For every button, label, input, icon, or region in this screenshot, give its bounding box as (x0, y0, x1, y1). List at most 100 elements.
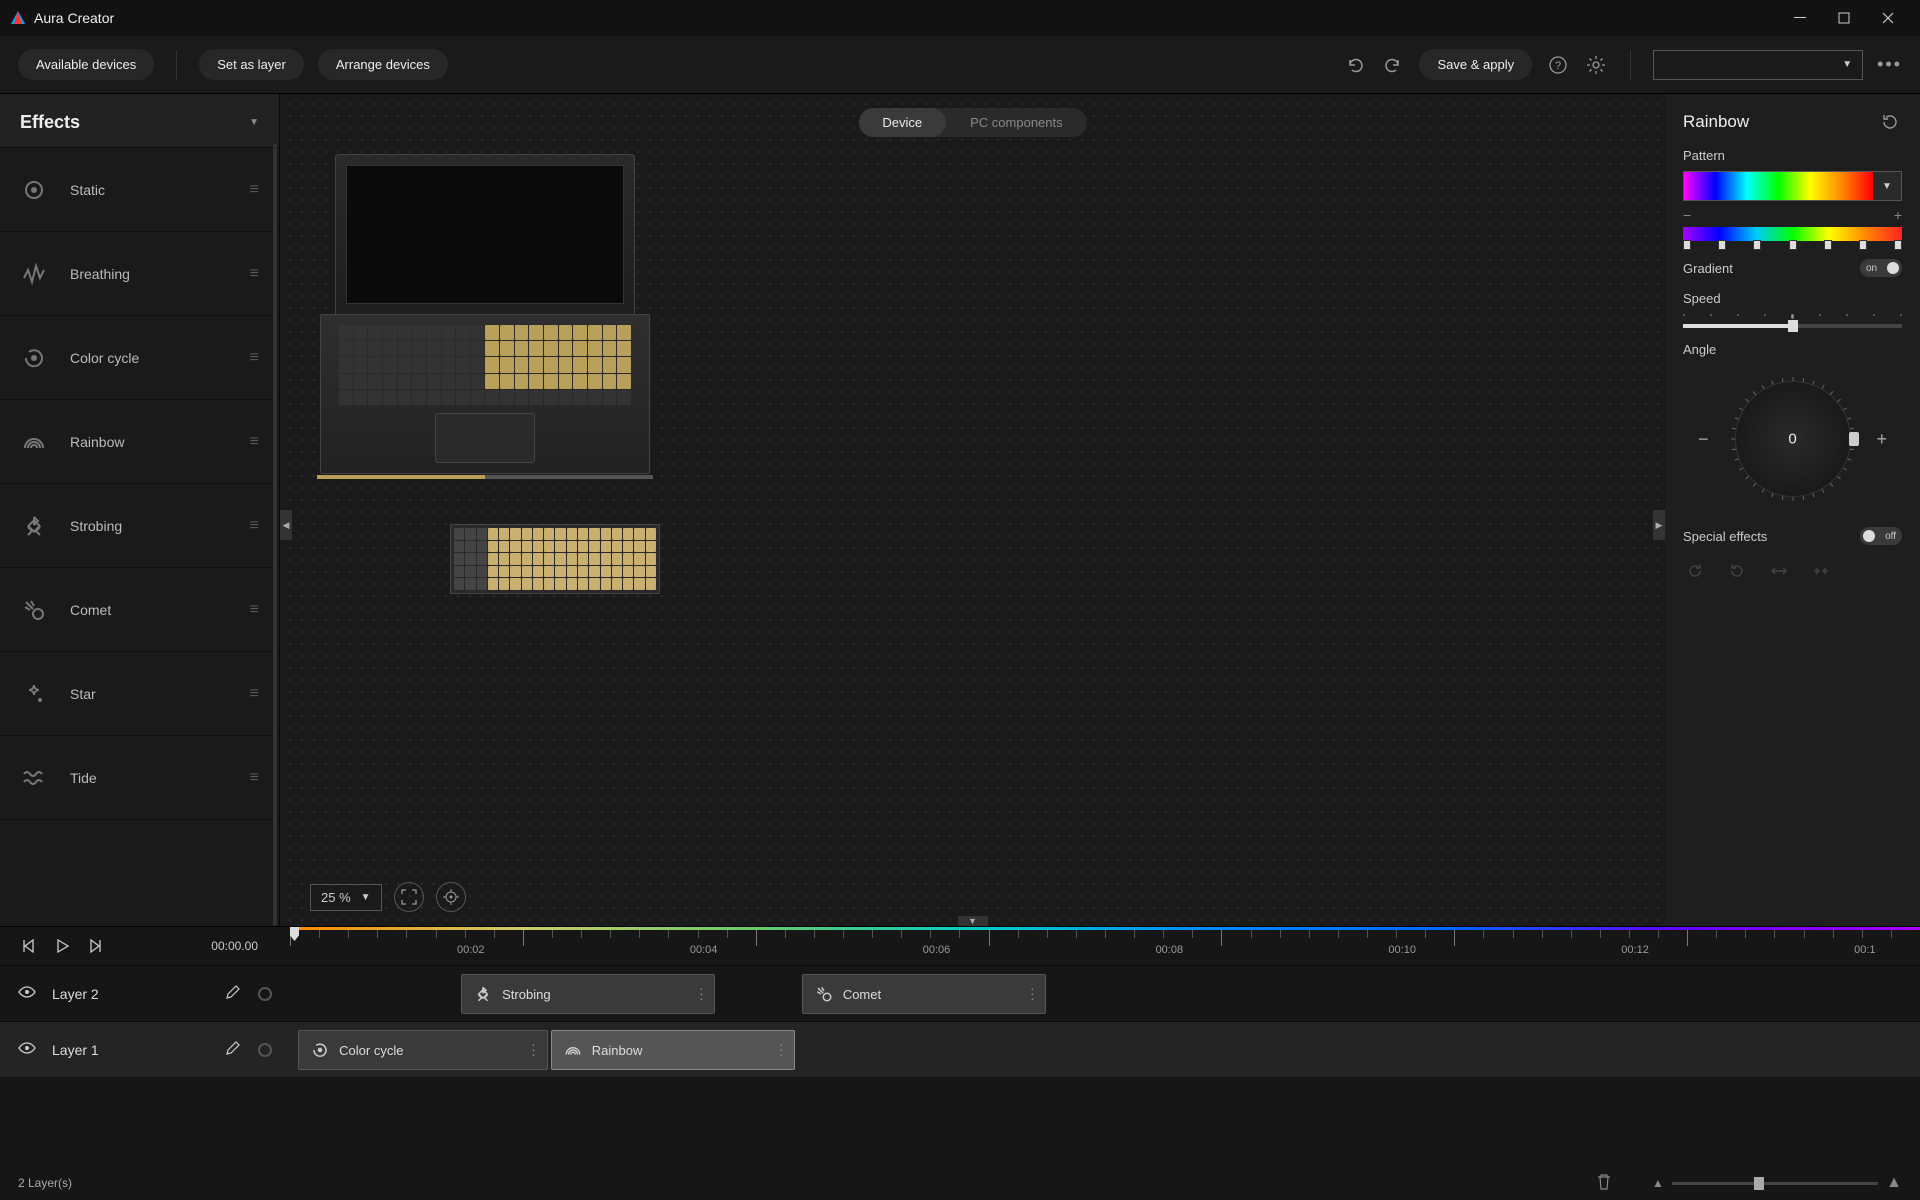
effect-item-star[interactable]: Star ≡ (0, 652, 279, 736)
reset-icon[interactable] (1878, 110, 1902, 134)
effects-header[interactable]: Effects ▼ (0, 94, 279, 148)
record-icon[interactable] (258, 1043, 272, 1057)
skip-end-icon[interactable] (86, 936, 106, 956)
record-icon[interactable] (258, 987, 272, 1001)
skip-start-icon[interactable] (18, 936, 38, 956)
timeline-zoom-slider[interactable]: ▲ ▲ (1652, 1174, 1902, 1192)
redo-icon[interactable] (1381, 53, 1405, 77)
window-maximize-button[interactable] (1822, 0, 1866, 36)
angle-dial[interactable]: 0 (1723, 369, 1863, 509)
effects-sidebar: Effects ▼ Static ≡ Breathing ≡ Color cyc… (0, 94, 280, 926)
drag-handle-icon[interactable]: ≡ (250, 769, 259, 787)
effect-item-color-cycle[interactable]: Color cycle ≡ (0, 316, 279, 400)
collapse-horizontal-icon[interactable] (1809, 559, 1833, 583)
effect-label: Breathing (70, 266, 228, 282)
collapse-bottom-icon[interactable]: ▼ (958, 916, 988, 926)
effect-item-static[interactable]: Static ≡ (0, 148, 279, 232)
strobing-icon (20, 512, 48, 540)
rotate-ccw-icon[interactable] (1725, 559, 1749, 583)
add-stop-button[interactable]: + (1894, 207, 1902, 223)
gradient-toggle[interactable]: on (1860, 259, 1902, 277)
device-keyboard[interactable] (450, 524, 660, 594)
rotate-cw-icon[interactable] (1683, 559, 1707, 583)
visibility-icon[interactable] (18, 983, 36, 1004)
angle-decrease-button[interactable]: − (1698, 429, 1709, 450)
clip-grip-icon[interactable]: ⋮ (527, 1042, 541, 1059)
sidebar-scrollbar[interactable] (273, 144, 277, 926)
drag-handle-icon[interactable]: ≡ (250, 601, 259, 619)
visibility-icon[interactable] (18, 1039, 36, 1060)
drag-handle-icon[interactable]: ≡ (250, 433, 259, 451)
comet-icon (20, 596, 48, 624)
remove-stop-button[interactable]: − (1683, 207, 1691, 223)
drag-handle-icon[interactable]: ≡ (250, 349, 259, 367)
device-canvas[interactable]: Device PC components ◀ ▶ ▼ 25 % ▼ (280, 94, 1665, 926)
special-effects-label: Special effects (1683, 529, 1767, 544)
drag-handle-icon[interactable]: ≡ (250, 265, 259, 283)
effect-item-rainbow[interactable]: Rainbow ≡ (0, 400, 279, 484)
angle-increase-button[interactable]: + (1877, 429, 1888, 450)
zoom-in-icon: ▲ (1886, 1174, 1902, 1192)
collapse-left-icon[interactable]: ◀ (280, 510, 292, 540)
clip-comet[interactable]: Comet ⋮ (802, 974, 1047, 1014)
strobing-icon (474, 985, 492, 1003)
angle-label: Angle (1683, 342, 1902, 357)
tab-device[interactable]: Device (858, 108, 946, 137)
effect-item-breathing[interactable]: Breathing ≡ (0, 232, 279, 316)
effect-label: Tide (70, 770, 228, 786)
rainbow-icon (564, 1041, 582, 1059)
clip-grip-icon[interactable]: ⋮ (774, 1042, 788, 1059)
effect-item-comet[interactable]: Comet ≡ (0, 568, 279, 652)
more-menu-icon[interactable]: ••• (1877, 54, 1902, 75)
drag-handle-icon[interactable]: ≡ (250, 181, 259, 199)
clip-strobing[interactable]: Strobing ⋮ (461, 974, 715, 1014)
effect-item-strobing[interactable]: Strobing ≡ (0, 484, 279, 568)
clip-rainbow[interactable]: Rainbow ⋮ (551, 1030, 796, 1070)
delete-layer-icon[interactable] (1596, 1173, 1612, 1194)
clip-label: Strobing (502, 987, 550, 1002)
drag-handle-icon[interactable]: ≡ (250, 685, 259, 703)
zoom-dropdown[interactable]: 25 % ▼ (310, 884, 382, 911)
svg-text:?: ? (1555, 60, 1561, 72)
device-laptop[interactable] (320, 154, 650, 474)
save-apply-button[interactable]: Save & apply (1419, 49, 1532, 80)
clip-grip-icon[interactable]: ⋮ (694, 986, 708, 1003)
pattern-dropdown[interactable]: ▼ (1683, 171, 1902, 201)
settings-icon[interactable] (1584, 53, 1608, 77)
special-effects-toggle[interactable]: off (1860, 527, 1902, 545)
effect-label: Color cycle (70, 350, 228, 366)
rainbow-icon (20, 428, 48, 456)
expand-horizontal-icon[interactable] (1767, 559, 1791, 583)
drag-handle-icon[interactable]: ≡ (250, 517, 259, 535)
help-icon[interactable]: ? (1546, 53, 1570, 77)
pattern-label: Pattern (1683, 148, 1902, 163)
speed-slider[interactable] (1683, 324, 1902, 328)
arrange-devices-button[interactable]: Arrange devices (318, 49, 448, 80)
layer-row[interactable]: Layer 2 Strobing ⋮ Comet ⋮ (0, 965, 1920, 1021)
fit-view-icon[interactable] (394, 882, 424, 912)
effect-item-tide[interactable]: Tide ≡ (0, 736, 279, 820)
edit-icon[interactable] (224, 984, 242, 1003)
layer-track[interactable]: Color cycle ⋮ Rainbow ⋮ (290, 1022, 1920, 1077)
clip-grip-icon[interactable]: ⋮ (1025, 986, 1039, 1003)
profile-dropdown[interactable]: ▼ (1653, 50, 1863, 80)
center-view-icon[interactable] (436, 882, 466, 912)
window-minimize-button[interactable] (1778, 0, 1822, 36)
timeline-ruler[interactable]: 00:0200:0400:0600:0800:1000:1200:1 (290, 927, 1920, 965)
effect-label: Comet (70, 602, 228, 618)
clip-color-cycle[interactable]: Color cycle ⋮ (298, 1030, 547, 1070)
set-as-layer-button[interactable]: Set as layer (199, 49, 304, 80)
layer-row[interactable]: Layer 1 Color cycle ⋮ Rainbow ⋮ (0, 1021, 1920, 1077)
available-devices-button[interactable]: Available devices (18, 49, 154, 80)
gradient-stops-bar[interactable] (1683, 227, 1902, 241)
play-icon[interactable] (52, 936, 72, 956)
layer-name: Layer 1 (52, 1042, 208, 1058)
collapse-right-icon[interactable]: ▶ (1653, 510, 1665, 540)
layer-track[interactable]: Strobing ⋮ Comet ⋮ (290, 966, 1920, 1021)
undo-icon[interactable] (1343, 53, 1367, 77)
timeline-panel: 00:00.00 00:0200:0400:0600:0800:1000:120… (0, 926, 1920, 1200)
window-close-button[interactable] (1866, 0, 1910, 36)
edit-icon[interactable] (224, 1040, 242, 1059)
tab-pc-components[interactable]: PC components (946, 108, 1087, 137)
clip-label: Rainbow (592, 1043, 643, 1058)
